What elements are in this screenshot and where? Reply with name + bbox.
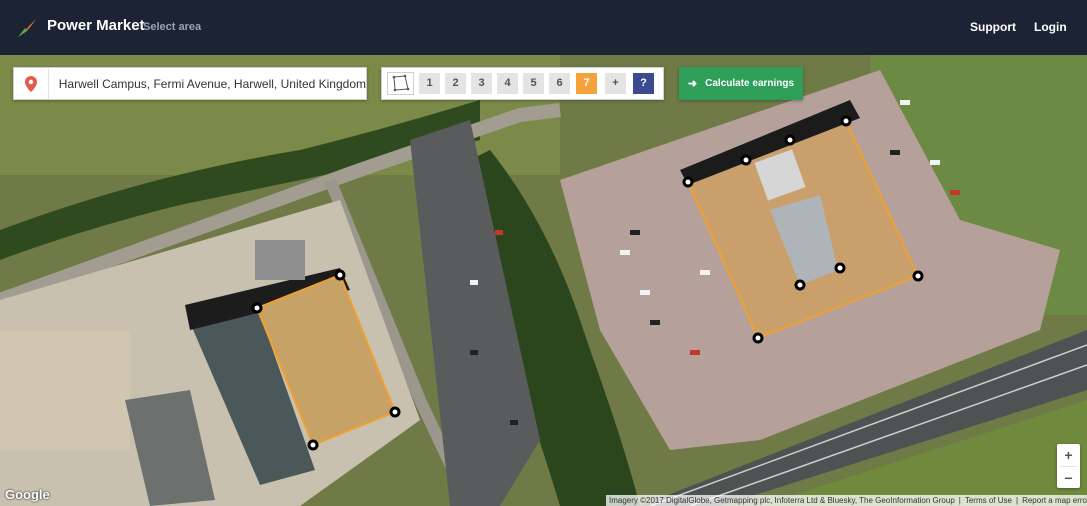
arrow-right-icon: ➜ [687,78,698,90]
support-link[interactable]: Support [970,20,1016,34]
login-link[interactable]: Login [1034,20,1067,34]
zoom-in-button[interactable]: + [1057,444,1080,466]
page-subtitle: Select area [143,21,202,33]
polygon-draw-icon[interactable] [387,72,414,95]
imagery-credit: Imagery ©2017 DigitalGlobe, Getmapping p… [609,496,955,505]
area-toolbar: 1 2 3 4 5 6 7 + ? [381,67,664,100]
power-market-logo-icon [18,19,36,37]
area-button-6[interactable]: 6 [549,73,570,94]
map-attribution: Imagery ©2017 DigitalGlobe, Getmapping p… [606,495,1087,506]
zoom-controls: + − [1057,444,1080,488]
area-button-2[interactable]: 2 [445,73,466,94]
brand-name: Power Market [47,17,145,34]
area-button-3[interactable]: 3 [471,73,492,94]
area-button-5[interactable]: 5 [523,73,544,94]
google-logo: Google [5,487,50,502]
zoom-out-button[interactable]: − [1057,467,1080,489]
area-button-7[interactable]: 7 [576,73,597,94]
map-pin-icon [14,68,49,99]
calculate-earnings-button[interactable]: ➜ Calculate earnings [679,67,803,100]
satellite-map[interactable] [0,55,1087,506]
map-imagery [0,55,1087,506]
address-search-box[interactable]: Harwell Campus, Fermi Avenue, Harwell, U… [13,67,367,100]
area-button-1[interactable]: 1 [419,73,440,94]
add-area-button[interactable]: + [605,73,626,94]
report-map-error-link[interactable]: Report a map error [1022,496,1087,505]
area-button-4[interactable]: 4 [497,73,518,94]
search-input[interactable]: Harwell Campus, Fermi Avenue, Harwell, U… [49,77,366,91]
top-bar: Power Market Select area Support Login [0,0,1087,55]
help-icon[interactable]: ? [633,73,654,94]
terms-of-use-link[interactable]: Terms of Use [965,496,1012,505]
calculate-earnings-label: Calculate earnings [705,78,795,89]
